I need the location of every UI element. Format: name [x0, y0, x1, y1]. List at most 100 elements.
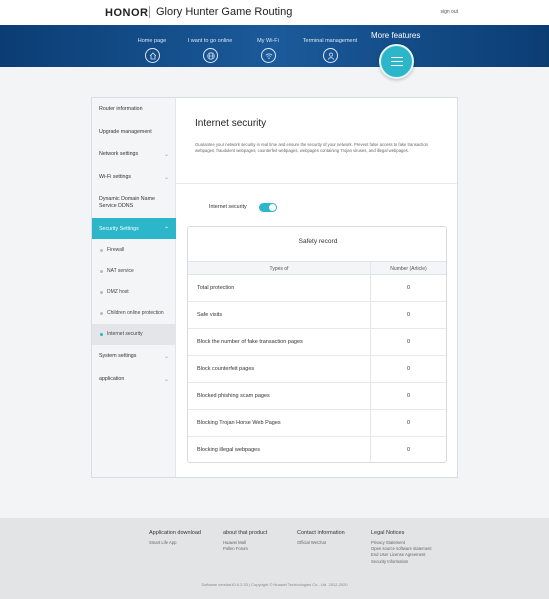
sidebar-subitem-label: Children online protection: [107, 310, 164, 316]
globe-icon: [202, 48, 218, 63]
nav-terminal-management[interactable]: Terminal management: [300, 38, 360, 63]
table-row: Blocking Trojan Horse Web Pages 0: [188, 410, 446, 437]
sidebar-item-application[interactable]: application ⌄: [92, 376, 176, 383]
footer-column-about-product: about that product Huawei Mall Pollen Fo…: [223, 530, 267, 552]
nav-home-page[interactable]: Home page: [122, 38, 182, 63]
sidebar-item-upgrade-management[interactable]: Upgrade management: [92, 129, 176, 135]
footer-heading: Contact information: [297, 530, 345, 536]
footer-link-eula[interactable]: End User License Agreement: [371, 552, 432, 558]
sidebar: Router information Upgrade management Ne…: [92, 98, 176, 477]
home-icon: [144, 48, 160, 63]
bullet-icon: [100, 333, 103, 336]
footer-column-app-download: Application download Smart Life App: [149, 530, 201, 546]
row-type: Blocking Trojan Horse Web Pages: [197, 420, 281, 426]
sidebar-subitem-internet-security[interactable]: Internet security: [92, 324, 176, 345]
copyright: Software version10.0.2.33 | Copyright © …: [201, 582, 348, 587]
safety-record-table: Safety record Types of Number (Article) …: [187, 226, 447, 463]
main-nav: Home page I want to go online My Wi-Fi T…: [0, 25, 549, 67]
sidebar-item-wifi-settings[interactable]: Wi-Fi settings ⌄: [92, 174, 176, 181]
table-header: Types of Number (Article): [188, 261, 446, 275]
footer-heading: Legal Notices: [371, 530, 405, 536]
footer-heading: about that product: [223, 530, 268, 536]
sidebar-subitem-children-protection[interactable]: Children online protection: [92, 310, 176, 316]
safety-record-title: Safety record: [298, 238, 338, 245]
row-type: Block the number of fake transaction pag…: [197, 339, 303, 345]
brand-divider: [149, 6, 150, 18]
column-header-number: Number (Article): [390, 266, 427, 272]
sidebar-subitem-label: Internet security: [107, 331, 143, 337]
section-divider: [176, 183, 459, 184]
nav-label: I want to go online: [187, 38, 233, 44]
brand-logo: HONOR: [105, 7, 149, 19]
row-count: 0: [406, 312, 411, 318]
row-count: 0: [406, 339, 411, 345]
row-type: Safe visits: [197, 312, 223, 318]
footer-link-smart-life-app[interactable]: Smart Life App: [149, 540, 201, 546]
chevron-up-icon: ⌃: [163, 227, 169, 233]
table-row: Blocked phishing scam pages 0: [188, 383, 446, 410]
internet-security-toggle-label: Internet security: [209, 204, 247, 210]
bullet-icon: [100, 249, 103, 252]
sidebar-item-router-information[interactable]: Router information: [92, 106, 176, 112]
content-card: Router information Upgrade management Ne…: [91, 97, 459, 478]
bullet-icon: [100, 270, 103, 273]
chevron-down-icon: ⌄: [163, 152, 169, 158]
chevron-down-icon: ⌄: [163, 354, 169, 360]
row-count: 0: [406, 447, 411, 453]
sidebar-subitem-label: NAT service: [107, 268, 134, 274]
wifi-icon: [260, 48, 276, 63]
column-header-type: Types of: [269, 266, 289, 272]
sidebar-subitem-dmz-host[interactable]: DMZ host: [92, 289, 176, 295]
row-type: Total protection: [197, 285, 235, 291]
sidebar-item-label: Dynamic Domain Name Service DDNS: [99, 196, 155, 209]
footer-link-official-wechat[interactable]: Official WeChat: [297, 540, 345, 546]
sidebar-item-security-settings[interactable]: Security Settings ⌃: [92, 218, 176, 239]
table-row: Blocking illegal webpages 0: [188, 437, 446, 464]
chevron-down-icon: ⌄: [163, 175, 169, 181]
row-type: Blocked phishing scam pages: [197, 393, 270, 399]
top-header: HONOR Glory Hunter Game Routing sign out: [0, 0, 549, 25]
nav-label: Home page: [137, 38, 167, 44]
sign-out-link[interactable]: sign out: [440, 9, 458, 15]
sidebar-subitem-label: DMZ host: [107, 289, 129, 295]
sidebar-subitem-label: Firewall: [107, 247, 125, 253]
toggle-knob: [269, 204, 276, 211]
sidebar-item-ddns[interactable]: Dynamic Domain Name Service DDNS: [92, 196, 172, 210]
menu-icon[interactable]: [379, 44, 414, 79]
sidebar-subitem-firewall[interactable]: Firewall: [92, 247, 176, 253]
bullet-icon: [100, 291, 103, 294]
page-description: Guarantee your network security in real …: [195, 142, 428, 154]
sidebar-item-label: Upgrade management: [99, 129, 152, 135]
footer-link-security-information[interactable]: Security Information: [371, 559, 432, 565]
row-count: 0: [406, 393, 411, 399]
sidebar-item-label: application: [99, 376, 125, 382]
sidebar-item-label: Wi-Fi settings: [99, 174, 132, 180]
sidebar-item-network-settings[interactable]: Network settings ⌄: [92, 151, 176, 158]
nav-label: Terminal management: [302, 38, 358, 44]
page-title: Internet security: [195, 118, 267, 129]
nav-label: My Wi-Fi: [257, 38, 279, 44]
sidebar-item-label: System settings: [99, 353, 137, 359]
row-count: 0: [406, 366, 411, 372]
internet-security-toggle[interactable]: [259, 203, 277, 212]
user-icon: [322, 48, 338, 63]
footer-column-contact: Contact information Official WeChat: [297, 530, 345, 546]
table-row: Total protection 0: [188, 275, 446, 302]
table-row: Block the number of fake transaction pag…: [188, 329, 446, 356]
footer-heading: Application download: [149, 530, 201, 536]
row-type: Blocking illegal webpages: [197, 447, 260, 453]
app-title: Glory Hunter Game Routing: [156, 6, 293, 18]
nav-go-online[interactable]: I want to go online: [180, 38, 240, 63]
sidebar-item-label: Security Settings: [99, 226, 139, 232]
sidebar-subitem-nat-service[interactable]: NAT service: [92, 268, 176, 274]
row-type: Block counterfeit pages: [197, 366, 255, 372]
sidebar-item-system-settings[interactable]: System settings ⌄: [92, 353, 176, 360]
chevron-down-icon: ⌄: [163, 377, 169, 383]
bullet-icon: [100, 312, 103, 315]
row-count: 0: [406, 285, 411, 291]
more-features-label[interactable]: More features: [371, 31, 420, 40]
nav-my-wifi[interactable]: My Wi-Fi: [238, 38, 298, 63]
table-row: Safe visits 0: [188, 302, 446, 329]
row-count: 0: [406, 420, 411, 426]
footer-link-pollen-forum[interactable]: Pollen Forum: [223, 546, 267, 552]
